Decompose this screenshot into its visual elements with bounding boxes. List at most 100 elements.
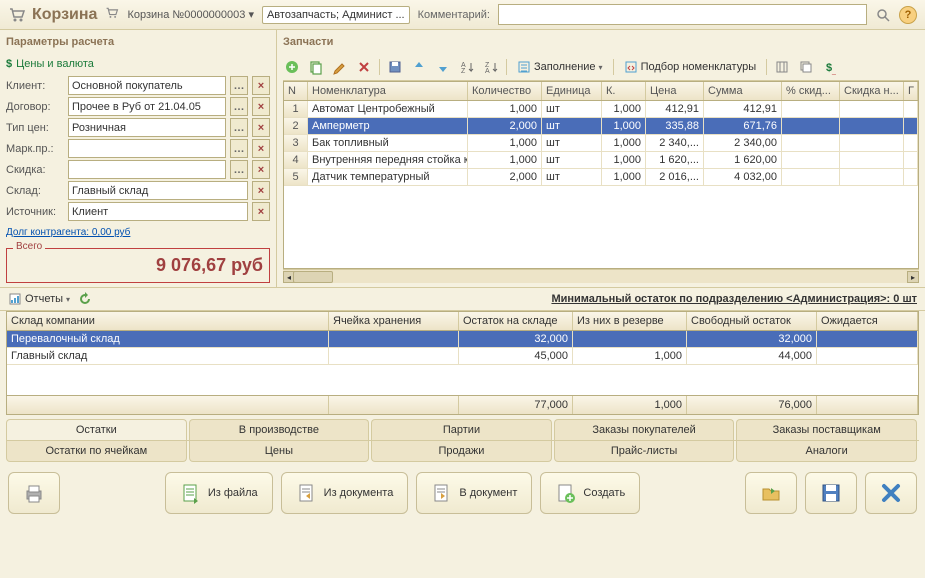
stock-col-header[interactable]: Ожидается (817, 312, 918, 330)
create-button[interactable]: Создать (540, 472, 640, 514)
stock-col-header[interactable]: Из них в резерве (573, 312, 687, 330)
pricetype-clear-button[interactable]: × (252, 118, 270, 137)
reports-menu[interactable]: Отчеты▾ (8, 292, 70, 306)
save-disk-button[interactable] (805, 472, 857, 514)
search-icon[interactable] (875, 7, 891, 23)
tab-партии[interactable]: Партии (371, 419, 552, 440)
add-button[interactable] (283, 58, 301, 76)
source-field[interactable]: Клиент (68, 202, 248, 221)
tab-остатки-по-ячейкам[interactable]: Остатки по ячейкам (6, 441, 187, 462)
client-clear-button[interactable]: × (252, 76, 270, 95)
sort-asc-button[interactable]: AZ (458, 58, 476, 76)
doc-number-link[interactable]: Корзина №0000000003 ▾ (127, 8, 254, 21)
tab-заказы-поставщикам[interactable]: Заказы поставщикам (736, 419, 917, 440)
parts-col-header[interactable]: Номенклатура (308, 82, 468, 100)
discount-lookup-button[interactable]: … (230, 160, 248, 179)
parts-col-header[interactable]: Скидка н... (840, 82, 904, 100)
pick-nomenclature-button[interactable]: Подбор номенклатуры (620, 58, 761, 76)
edit-button[interactable] (331, 58, 349, 76)
min-stock-link[interactable]: Минимальный остаток по подразделению <Ад… (551, 293, 917, 305)
stock-col-header[interactable]: Склад компании (7, 312, 329, 330)
parts-section-title: Запчасти (283, 34, 919, 54)
open-folder-button[interactable] (745, 472, 797, 514)
debt-link[interactable]: Долг контрагента: 0,00 руб (6, 223, 270, 242)
parts-row[interactable]: 5Датчик температурный2,000шт1,0002 016,.… (284, 169, 918, 186)
stock-cell: 1,000 (573, 348, 687, 364)
comment-input[interactable] (498, 4, 867, 25)
parts-row[interactable]: 3Бак топливный1,000шт1,0002 340,...2 340… (284, 135, 918, 152)
parts-cell: 1 620,00 (704, 152, 782, 168)
total-box: Всего 9 076,67 руб (6, 248, 270, 283)
parts-cell: 412,91 (646, 101, 704, 117)
source-clear-button[interactable]: × (252, 202, 270, 221)
help-button[interactable]: ? (899, 6, 917, 24)
copy-button[interactable] (307, 58, 325, 76)
parts-col-header[interactable]: Г (904, 82, 918, 100)
parts-col-header[interactable]: Сумма (704, 82, 782, 100)
parts-row[interactable]: 4Внутренняя передняя стойка к...1,000шт1… (284, 152, 918, 169)
parts-col-header[interactable]: Количество (468, 82, 542, 100)
tab-прайс-листы[interactable]: Прайс-листы (554, 441, 735, 462)
window-title: Корзина (8, 6, 97, 24)
discount-field[interactable] (68, 160, 226, 179)
parts-col-header[interactable]: % скид... (782, 82, 840, 100)
client-lookup-button[interactable]: … (230, 76, 248, 95)
pricetype-label: Тип цен: (6, 122, 64, 134)
to-doc-button[interactable]: В документ (416, 472, 532, 514)
move-up-button[interactable] (410, 58, 428, 76)
price-button[interactable]: $_ (821, 58, 839, 76)
marketing-lookup-button[interactable]: … (230, 139, 248, 158)
stock-total-cell: 1,000 (573, 396, 687, 414)
delete-button[interactable] (355, 58, 373, 76)
save-button[interactable] (386, 58, 404, 76)
total-legend: Всего (13, 241, 45, 252)
marketing-clear-button[interactable]: × (252, 139, 270, 158)
from-file-button[interactable]: Из файла (165, 472, 273, 514)
parts-cell: шт (542, 169, 602, 185)
stock-col-header[interactable]: Свободный остаток (687, 312, 817, 330)
filter-combo[interactable]: Автозапчасть; Админист ... (262, 6, 410, 24)
parts-row[interactable]: 1Автомат Центробежный1,000шт1,000412,914… (284, 101, 918, 118)
parts-col-header[interactable]: Единица (542, 82, 602, 100)
parts-cell: 2,000 (468, 118, 542, 134)
contract-lookup-button[interactable]: … (230, 97, 248, 116)
parts-row[interactable]: 2Амперметр2,000шт1,000335,88671,76 (284, 118, 918, 135)
client-field[interactable]: Основной покупатель (68, 76, 226, 95)
currency-icon: $ (6, 58, 12, 70)
tab-продажи[interactable]: Продажи (371, 441, 552, 462)
tab-аналоги[interactable]: Аналоги (736, 441, 917, 462)
move-down-button[interactable] (434, 58, 452, 76)
columns-button[interactable] (773, 58, 791, 76)
copy-rows-button[interactable] (797, 58, 815, 76)
stock-col-header[interactable]: Остаток на складе (459, 312, 573, 330)
stock-row[interactable]: Перевалочный склад32,00032,000 (7, 331, 918, 348)
parts-cell: шт (542, 135, 602, 151)
pricetype-lookup-button[interactable]: … (230, 118, 248, 137)
parts-col-header[interactable]: К. (602, 82, 646, 100)
close-button[interactable] (865, 472, 917, 514)
doc-export-icon (431, 482, 453, 504)
contract-field[interactable]: Прочее в Руб от 21.04.05 (68, 97, 226, 116)
tab-остатки[interactable]: Остатки (6, 419, 187, 440)
print-button[interactable] (8, 472, 60, 514)
contract-clear-button[interactable]: × (252, 97, 270, 116)
stock-row[interactable]: Главный склад45,0001,00044,000 (7, 348, 918, 365)
tab-цены[interactable]: Цены (189, 441, 370, 462)
prices-currency-link[interactable]: $ Цены и валюта (6, 54, 270, 74)
tab-заказы-покупателей[interactable]: Заказы покупателей (554, 419, 735, 440)
stock-col-header[interactable]: Ячейка хранения (329, 312, 459, 330)
warehouse-field[interactable]: Главный склад (68, 181, 248, 200)
fill-menu[interactable]: Заполнение▾ (513, 58, 607, 76)
pricetype-field[interactable]: Розничная (68, 118, 226, 137)
marketing-field[interactable] (68, 139, 226, 158)
warehouse-clear-button[interactable]: × (252, 181, 270, 200)
from-doc-button[interactable]: Из документа (281, 472, 409, 514)
parts-col-header[interactable]: N (284, 82, 308, 100)
tab-в-производстве[interactable]: В производстве (189, 419, 370, 440)
refresh-button[interactable] (78, 292, 92, 306)
discount-clear-button[interactable]: × (252, 160, 270, 179)
parts-hscroll[interactable]: ◂▸ (283, 269, 919, 283)
parts-cell (782, 118, 840, 134)
parts-col-header[interactable]: Цена (646, 82, 704, 100)
sort-desc-button[interactable]: ZA (482, 58, 500, 76)
